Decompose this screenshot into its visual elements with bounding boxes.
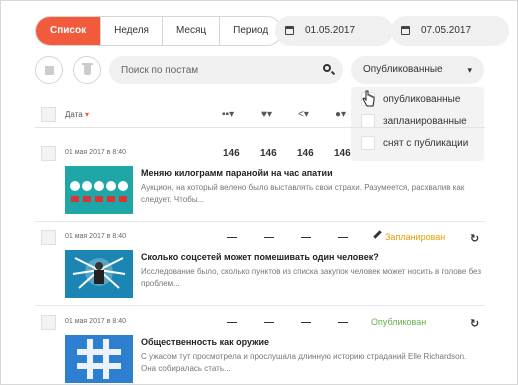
users-stat-icon[interactable]: ▪▪▾ [222, 109, 234, 120]
chevron-down-icon: ▾ [467, 65, 472, 75]
row-divider [35, 305, 485, 306]
search-box [109, 56, 343, 84]
row-divider [35, 221, 485, 222]
date-from-field[interactable]: 01.05.2017 [275, 16, 393, 46]
stat-value: — [227, 232, 237, 243]
status-option-label: снят с публикации [383, 138, 469, 149]
post-thumbnail[interactable] [65, 250, 133, 298]
stat-value: — [301, 232, 311, 243]
tab-list[interactable]: Список [36, 17, 101, 45]
likes-stat-icon[interactable]: ♥▾ [261, 109, 272, 120]
view-switcher: Список Неделя Месяц Период [35, 16, 283, 46]
refresh-icon[interactable]: ↻ [470, 317, 479, 330]
comments-stat-icon[interactable]: ●▾ [335, 109, 346, 120]
refresh-icon[interactable]: ↻ [470, 232, 479, 245]
stat-value: 146 [260, 148, 277, 159]
post-title[interactable]: Общественность как оружие [141, 337, 269, 347]
row-checkbox[interactable] [41, 146, 56, 161]
stat-value: 146 [297, 148, 314, 159]
stat-value: — [338, 317, 348, 328]
table-header: Дата ▾ ▪▪▾ ♥▾ <▾ ●▾ [41, 106, 489, 124]
tab-week[interactable]: Неделя [100, 17, 162, 45]
post-description: С ужасом тут просмотрела и прослушала дл… [141, 352, 467, 373]
calendar-icon [401, 26, 410, 35]
stat-value: 146 [223, 148, 240, 159]
post-date: 01 мая 2017 в 8:40 [65, 149, 126, 156]
date-to-field[interactable]: 07.05.2017 [391, 16, 509, 46]
pencil-icon[interactable] [373, 230, 382, 239]
stat-value: — [264, 317, 274, 328]
tab-period[interactable]: Период [219, 17, 281, 45]
post-date: 01 мая 2017 в 8:40 [65, 233, 126, 240]
trash-icon [82, 63, 93, 75]
post-thumbnail[interactable] [65, 335, 133, 383]
stat-value: — [301, 317, 311, 328]
tab-month[interactable]: Месяц [161, 17, 219, 45]
date-column-label: Дата [65, 110, 83, 119]
date-column-header[interactable]: Дата ▾ [65, 110, 89, 119]
post-thumbnail[interactable] [65, 166, 133, 214]
shares-stat-icon[interactable]: <▾ [298, 109, 309, 120]
stat-value: — [264, 232, 274, 243]
calendar-icon [285, 26, 294, 35]
post-description: Аукцион, на который велено было выставля… [141, 183, 465, 204]
grid-button[interactable] [35, 56, 63, 84]
status-filter-value: Опубликованные [363, 64, 443, 75]
stat-value: — [227, 317, 237, 328]
status-filter-select[interactable]: Опубликованные ▾ [351, 56, 484, 84]
row-checkbox[interactable] [41, 230, 56, 245]
select-all-checkbox[interactable] [41, 107, 56, 122]
status-option-checkbox[interactable] [361, 136, 375, 150]
delete-button[interactable] [73, 56, 101, 84]
status-badge: Запланирован [385, 232, 446, 242]
stat-value: 146 [334, 148, 351, 159]
post-title[interactable]: Меняю килограмм паранойи на час апатии [141, 168, 333, 178]
search-icon[interactable] [323, 64, 331, 72]
header-divider [35, 127, 485, 128]
app-window: Список Неделя Месяц Период 01.05.2017 — … [0, 0, 518, 385]
date-to-value: 07.05.2017 [421, 25, 472, 36]
date-from-value: 01.05.2017 [305, 25, 356, 36]
stat-value: — [338, 232, 348, 243]
grid-icon [45, 66, 54, 75]
post-date: 01 мая 2017 в 8:40 [65, 318, 126, 325]
sort-arrow-icon: ▾ [84, 110, 89, 119]
post-title[interactable]: Сколько соцсетей может помешивать один ч… [141, 252, 379, 262]
search-input[interactable] [121, 62, 311, 78]
post-description: Исследование было, сколько пунктов из сп… [141, 267, 481, 288]
row-checkbox[interactable] [41, 315, 56, 330]
status-badge: Опубликован [371, 317, 427, 327]
